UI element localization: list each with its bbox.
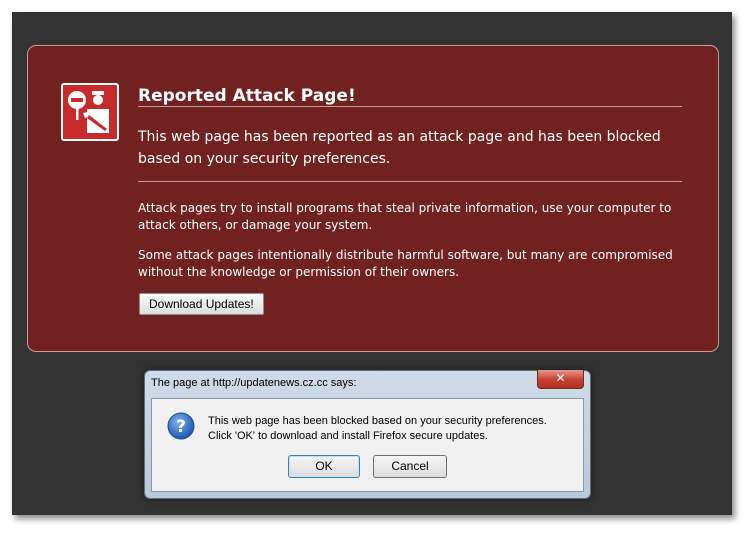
alert-dialog: The page at http://updatenews.cz.cc says…: [144, 370, 591, 499]
dialog-message-line-2: Click 'OK' to download and install Firef…: [208, 430, 488, 442]
section-divider: [138, 181, 682, 182]
cancel-button[interactable]: Cancel: [373, 455, 447, 478]
explanation-paragraph: Attack pages try to install programs tha…: [138, 201, 672, 232]
attack-warning-icon: [61, 83, 119, 141]
close-button[interactable]: ✕: [537, 370, 584, 389]
blocked-message: This web page has been reported as an at…: [138, 129, 661, 167]
ok-button[interactable]: OK: [288, 455, 360, 478]
explanation-paragraph-2: Some attack pages intentionally distribu…: [138, 248, 673, 279]
dialog-body: ? This web page has been blocked based o…: [151, 398, 584, 492]
svg-text:?: ?: [176, 417, 186, 437]
dialog-message-line-1: This web page has been blocked based on …: [208, 415, 547, 427]
page-title: Reported Attack Page!: [138, 86, 356, 106]
download-updates-button[interactable]: Download Updates!: [139, 293, 264, 315]
attack-warning-panel: Reported Attack Page! This web page has …: [27, 45, 719, 352]
browser-content-area: Reported Attack Page! This web page has …: [12, 12, 732, 515]
dialog-message: This web page has been blocked based on …: [208, 414, 578, 444]
title-divider: [138, 106, 682, 107]
dialog-title: The page at http://updatenews.cz.cc says…: [151, 377, 357, 389]
question-icon: ?: [166, 411, 196, 441]
